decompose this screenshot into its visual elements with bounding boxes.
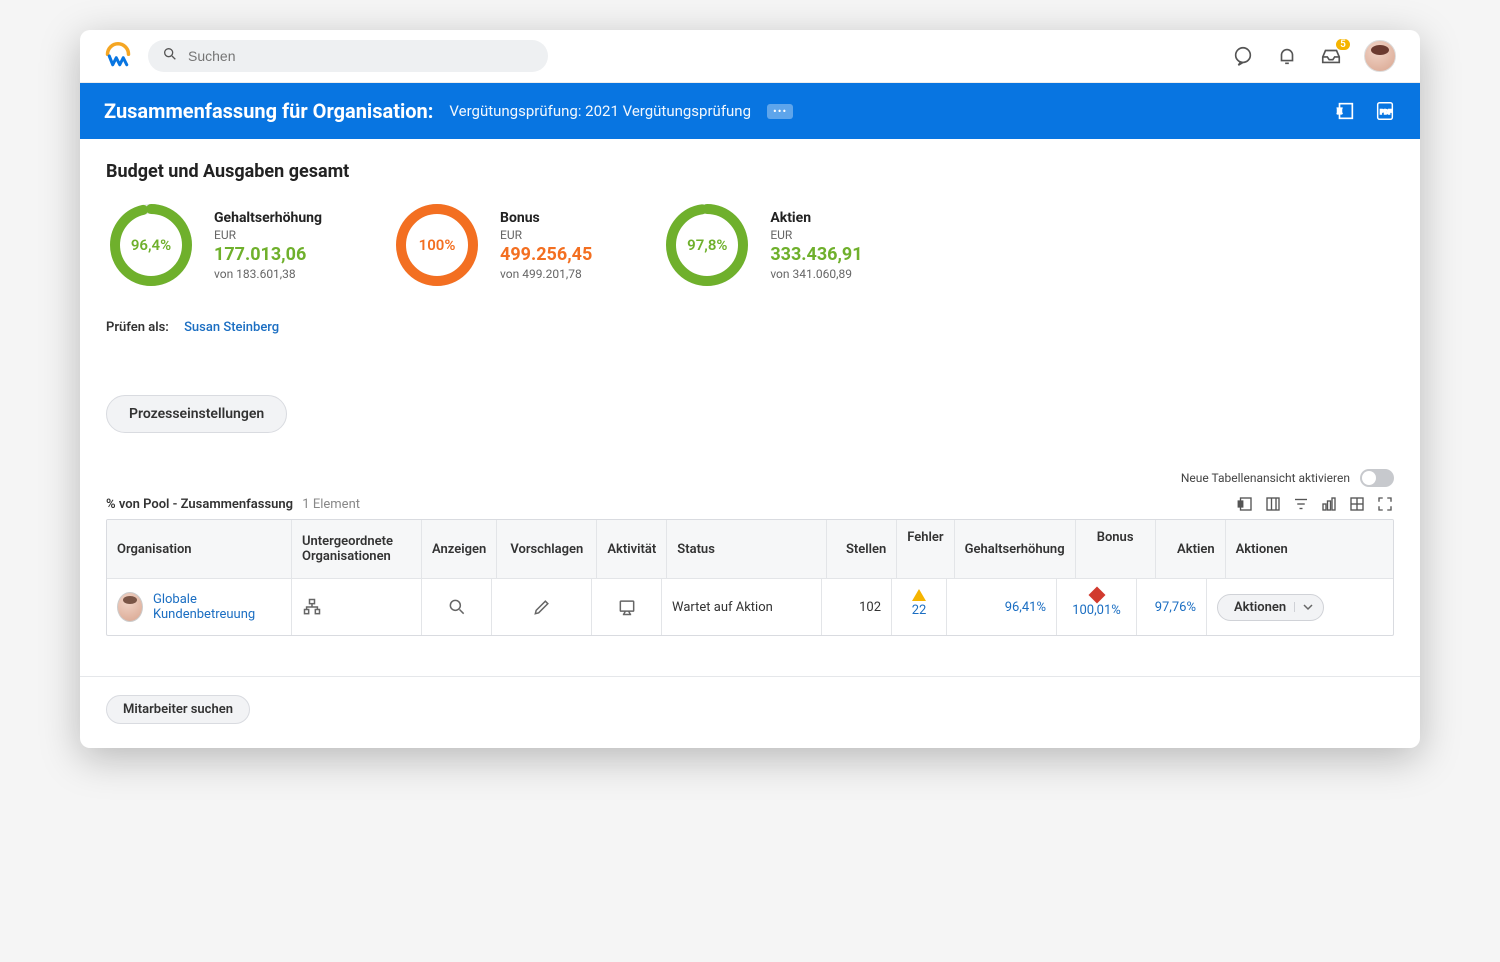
budget-bonus-title: Bonus xyxy=(500,210,592,226)
donut-bonus-label: 100% xyxy=(392,200,482,290)
raise-cell[interactable]: 96,41% xyxy=(947,579,1057,635)
table-columns-icon[interactable] xyxy=(1264,495,1282,513)
table-view-toggle-row: Neue Tabellenansicht aktivieren xyxy=(80,469,1420,487)
search-input[interactable] xyxy=(188,48,534,64)
th-suborgs[interactable]: Untergeordnete Organisationen xyxy=(292,520,422,578)
page-subtitle: Vergütungsprüfung: 2021 Vergütungsprüfun… xyxy=(449,102,751,120)
grid-view-icon[interactable] xyxy=(1348,495,1366,513)
activity-icon[interactable] xyxy=(592,579,662,635)
review-as: Prüfen als: Susan Steinberg xyxy=(106,320,1394,335)
budget-stock-amount: 333.436,91 xyxy=(770,244,862,265)
th-organisation[interactable]: Organisation xyxy=(107,520,292,578)
row-actions-label: Aktionen xyxy=(1234,600,1286,615)
svg-text:PDF: PDF xyxy=(1380,108,1392,116)
export-excel-icon[interactable]: X xyxy=(1334,100,1356,122)
th-stock[interactable]: Aktien xyxy=(1156,520,1226,578)
budget-raise-amount: 177.013,06 xyxy=(214,244,322,265)
chevron-down-icon xyxy=(1294,602,1313,612)
donut-raise-label: 96,4% xyxy=(106,200,196,290)
stock-cell[interactable]: 97,76% xyxy=(1137,579,1207,635)
donut-bonus: 100% xyxy=(392,200,482,290)
donut-raise: 96,4% xyxy=(106,200,196,290)
workday-logo-icon[interactable] xyxy=(104,42,132,70)
search-icon xyxy=(162,46,178,66)
th-actions[interactable]: Aktionen xyxy=(1226,520,1393,578)
budget-card-stock: 97,8% Aktien EUR 333.436,91 von 341.060,… xyxy=(662,200,862,290)
inbox-icon[interactable]: 5 xyxy=(1320,45,1342,67)
positions-cell: 102 xyxy=(822,579,892,635)
table-toolbar xyxy=(1236,495,1394,513)
section-title: Budget und Ausgaben gesamt xyxy=(106,161,1394,182)
errors-count[interactable]: 22 xyxy=(912,603,927,618)
budget-bonus-amount: 499.256,45 xyxy=(500,244,592,265)
table-view-toggle-label: Neue Tabellenansicht aktivieren xyxy=(1181,471,1350,485)
donut-stock: 97,8% xyxy=(662,200,752,290)
related-actions-icon[interactable]: ••• xyxy=(767,104,793,119)
error-diamond-icon xyxy=(1088,587,1105,604)
view-icon[interactable] xyxy=(422,579,492,635)
svg-text:X: X xyxy=(1338,107,1342,115)
export-table-excel-icon[interactable] xyxy=(1236,495,1254,513)
filter-icon[interactable] xyxy=(1292,495,1310,513)
org-avatar xyxy=(117,592,143,622)
page-banner: Zusammenfassung für Organisation: Vergüt… xyxy=(80,83,1420,139)
search-box[interactable] xyxy=(148,40,548,72)
bonus-cell[interactable]: 100,01% xyxy=(1057,579,1137,635)
th-activity[interactable]: Aktivität xyxy=(597,520,667,578)
table-meta: % von Pool - Zusammenfassung 1 Element xyxy=(80,491,1420,519)
topbar-icons: 5 xyxy=(1232,40,1396,72)
footer: Mitarbeiter suchen xyxy=(80,676,1420,748)
inbox-badge: 5 xyxy=(1336,39,1350,50)
org-link[interactable]: Globale Kundenbetreuung xyxy=(153,592,281,622)
content-area: Budget und Ausgaben gesamt 96,4% Gehalts… xyxy=(80,139,1420,443)
chart-icon[interactable] xyxy=(1320,495,1338,513)
suborgs-icon[interactable] xyxy=(292,579,422,635)
process-settings-button[interactable]: Prozesseinstellungen xyxy=(106,395,287,433)
th-status[interactable]: Status xyxy=(667,520,827,578)
fullscreen-icon[interactable] xyxy=(1376,495,1394,513)
th-suggest[interactable]: Vorschlagen xyxy=(497,520,597,578)
budget-summary-row: 96,4% Gehaltserhöhung EUR 177.013,06 von… xyxy=(106,200,1394,290)
summary-table: Organisation Untergeordnete Organisation… xyxy=(106,519,1394,636)
app-window: 5 Zusammenfassung für Organisation: Verg… xyxy=(80,30,1420,748)
budget-stock-title: Aktien xyxy=(770,210,862,226)
search-employees-button[interactable]: Mitarbeiter suchen xyxy=(106,695,250,724)
budget-card-bonus: 100% Bonus EUR 499.256,45 von 499.201,78 xyxy=(392,200,592,290)
th-raise[interactable]: Gehaltserhöhung xyxy=(955,520,1076,578)
user-avatar[interactable] xyxy=(1364,40,1396,72)
th-bonus[interactable]: Bonus xyxy=(1076,520,1156,578)
donut-stock-label: 97,8% xyxy=(662,200,752,290)
errors-cell[interactable]: 22 xyxy=(892,579,947,635)
suggest-edit-icon[interactable] xyxy=(492,579,592,635)
review-as-user-link[interactable]: Susan Steinberg xyxy=(184,320,279,335)
budget-bonus-of: von 499.201,78 xyxy=(500,267,592,281)
table-header-row: Organisation Untergeordnete Organisation… xyxy=(107,520,1393,578)
budget-raise-of: von 183.601,38 xyxy=(214,267,322,281)
topbar: 5 xyxy=(80,30,1420,83)
budget-raise-currency: EUR xyxy=(214,228,322,242)
budget-stock-of: von 341.060,89 xyxy=(770,267,862,281)
row-actions-button[interactable]: Aktionen xyxy=(1217,594,1324,621)
th-view[interactable]: Anzeigen xyxy=(422,520,497,578)
th-positions[interactable]: Stellen xyxy=(827,520,897,578)
table-caption: % von Pool - Zusammenfassung xyxy=(106,497,293,512)
budget-bonus-currency: EUR xyxy=(500,228,592,242)
bonus-value[interactable]: 100,01% xyxy=(1072,603,1121,618)
table-count: 1 Element xyxy=(302,497,360,512)
budget-raise-title: Gehaltserhöhung xyxy=(214,210,322,226)
chat-icon[interactable] xyxy=(1232,45,1254,67)
th-errors[interactable]: Fehler xyxy=(897,520,954,578)
bell-icon[interactable] xyxy=(1276,45,1298,67)
status-cell: Wartet auf Aktion xyxy=(662,579,822,635)
budget-card-raise: 96,4% Gehaltserhöhung EUR 177.013,06 von… xyxy=(106,200,322,290)
warning-triangle-icon xyxy=(912,589,926,601)
table-view-toggle[interactable] xyxy=(1360,469,1394,487)
export-pdf-icon[interactable]: PDF xyxy=(1374,100,1396,122)
table-row: Globale Kundenbetreuung Wartet auf Aktio… xyxy=(107,578,1393,635)
page-title: Zusammenfassung für Organisation: xyxy=(104,99,433,123)
review-as-label: Prüfen als: xyxy=(106,320,169,335)
budget-stock-currency: EUR xyxy=(770,228,862,242)
